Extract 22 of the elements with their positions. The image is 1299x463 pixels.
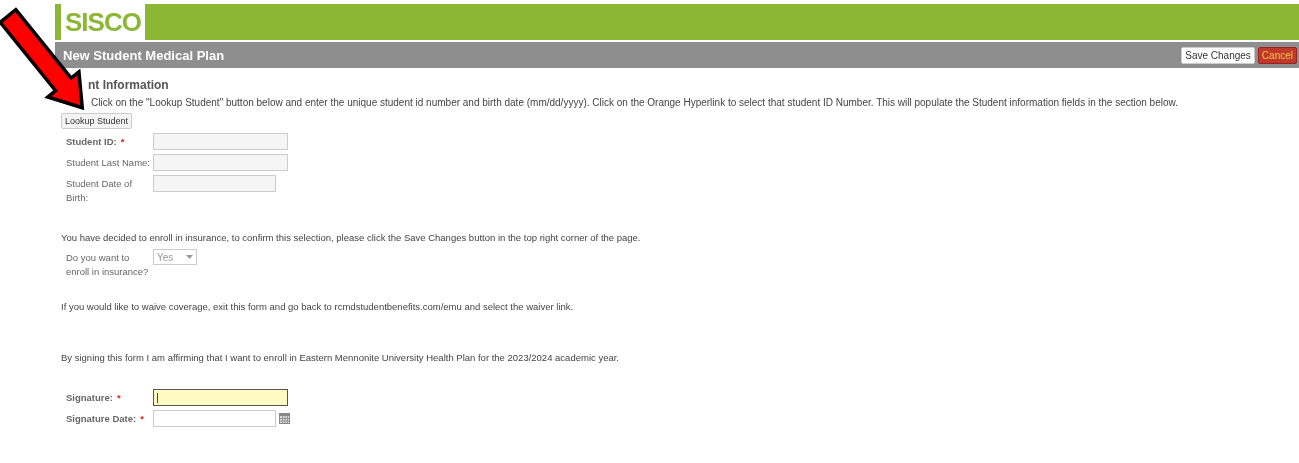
required-mark: * [140,413,144,424]
field-label: Student ID: * [66,135,126,149]
waive-note: If you would like to waive coverage, exit this form and go back to rcmdstudentbenefits.com/emu and select the waiver link. [61,301,575,312]
logo: SISCO [61,4,145,40]
required-mark: * [117,392,121,403]
required-mark: * [120,136,125,147]
enroll-note: You have decided to enroll in insurance, to confirm this selection, please click the Save Changes button in the top right corner of the page. [61,232,642,243]
affirm-note: By signing this form I am affirming that I want to enroll in Eastern Mennonite University Health Plan for the 2023/2024 academic year. [61,352,620,363]
save-button[interactable]: Save Changes [1181,46,1255,64]
cancel-button[interactable]: Cancel [1257,46,1297,64]
lookup-button[interactable]: Lookup Student [61,113,133,129]
caret-icon [186,255,193,259]
field-label: Signature: * [66,391,122,405]
instruction-text: Click on the "Lookup Student" button below and enter the unique student id number and birth date (mm/dd/yyyy). Click on the Orange Hyperlink to select that student ID Number. This will populate the Student information fields in the section below. [90,97,1179,109]
page-title: New Student Medical Plan [63,47,225,63]
field-label: Signature Date: * [66,412,145,426]
field-label: Do you want to enroll in insurance? [66,251,150,279]
section-heading: nt Information [87,78,170,92]
input-field[interactable] [153,389,288,406]
field-label: Student Last Name: [66,156,151,170]
calendar-icon[interactable] [279,412,290,424]
field-label: Student Date of Birth: [66,177,134,205]
